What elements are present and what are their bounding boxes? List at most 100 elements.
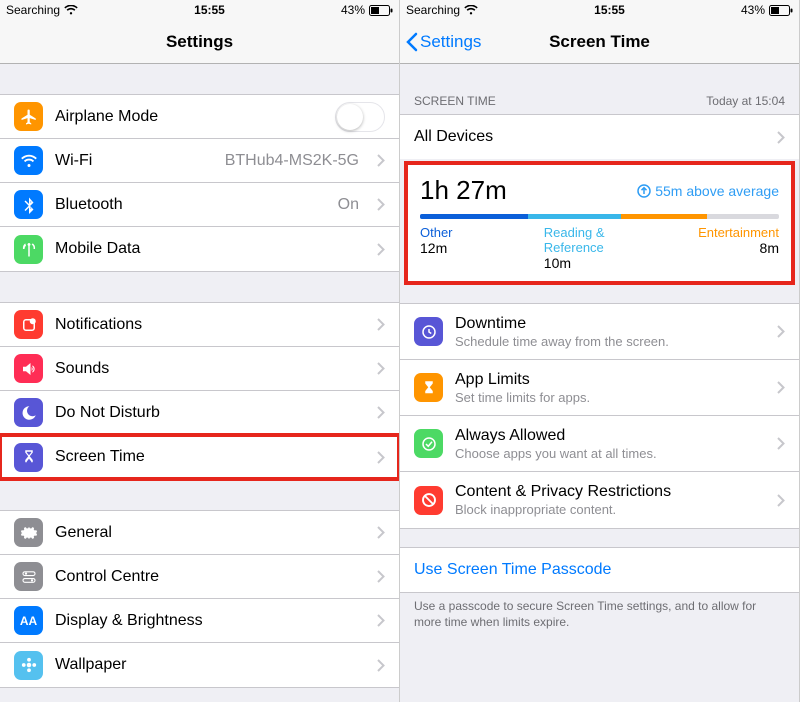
row-detail: On (338, 196, 359, 214)
passcode-group: Use Screen Time Passcode Use a passcode … (400, 547, 799, 630)
switches-icon (14, 562, 43, 591)
chevron-right-icon (777, 494, 785, 507)
option-title: Downtime (455, 315, 765, 333)
chevron-right-icon (377, 570, 385, 583)
screentime-pane: Searching 15:55 43% Settings Screen Time… (400, 0, 800, 702)
row-screen-time[interactable]: Screen Time (0, 435, 399, 479)
row-bluetooth[interactable]: Bluetooth On (0, 183, 399, 227)
group-header-left: SCREEN TIME (414, 94, 496, 108)
row-label: Bluetooth (55, 196, 326, 214)
chevron-right-icon (377, 198, 385, 211)
bluetooth-icon (14, 190, 43, 219)
cat-entertainment: Entertainment 8m (668, 225, 779, 271)
moon-icon (14, 398, 43, 427)
row-sounds[interactable]: Sounds (0, 347, 399, 391)
status-time: 15:55 (194, 3, 225, 17)
wifi-icon (464, 5, 478, 15)
option-sub: Block inappropriate content. (455, 502, 765, 517)
chevron-right-icon (377, 318, 385, 331)
usage-bar (420, 214, 779, 219)
row-display-brightness[interactable]: AA Display & Brightness (0, 599, 399, 643)
row-label: Sounds (55, 360, 365, 378)
screentime-scroll[interactable]: SCREEN TIME Today at 15:04 All Devices 1… (400, 64, 799, 702)
page-title: Settings (166, 32, 233, 52)
chevron-right-icon (377, 362, 385, 375)
chevron-right-icon (777, 381, 785, 394)
row-label: General (55, 524, 365, 542)
bar-seg-entertainment (621, 214, 707, 219)
status-bar: Searching 15:55 43% (0, 0, 399, 20)
cat-reading: Reading & Reference 10m (544, 225, 668, 271)
settings-scroll[interactable]: Airplane Mode Wi-Fi BTHub4-MS2K-5G Bluet… (0, 64, 399, 702)
bar-seg-other (420, 214, 528, 219)
option-sub: Choose apps you want at all times. (455, 446, 765, 461)
back-label: Settings (420, 32, 481, 52)
nav-bar: Settings (0, 20, 399, 64)
row-airplane-mode[interactable]: Airplane Mode (0, 95, 399, 139)
chevron-right-icon (377, 614, 385, 627)
carrier-text: Searching (406, 3, 460, 17)
row-label: Do Not Disturb (55, 404, 365, 422)
aa-icon: AA (14, 606, 43, 635)
chevron-right-icon (377, 243, 385, 256)
row-label: Mobile Data (55, 240, 365, 258)
cat-other: Other 12m (420, 225, 544, 271)
row-label: Display & Brightness (55, 612, 365, 630)
row-control-centre[interactable]: Control Centre (0, 555, 399, 599)
row-use-passcode[interactable]: Use Screen Time Passcode (400, 548, 799, 592)
passcode-footer: Use a passcode to secure Screen Time set… (400, 593, 799, 630)
settings-group-notifications: Notifications Sounds Do Not Disturb (0, 302, 399, 480)
row-downtime[interactable]: Downtime Schedule time away from the scr… (400, 304, 799, 360)
check-icon (414, 429, 443, 458)
chevron-right-icon (377, 451, 385, 464)
total-time: 1h 27m (420, 175, 507, 206)
settings-group-device: General Control Centre AA Display & Brig… (0, 510, 399, 688)
chevron-right-icon (377, 659, 385, 672)
nav-bar: Settings Screen Time (400, 20, 799, 64)
row-label: Airplane Mode (55, 108, 323, 126)
option-sub: Set time limits for apps. (455, 390, 765, 405)
above-average: 55m above average (637, 183, 779, 199)
chevron-right-icon (377, 154, 385, 167)
group-header-right: Today at 15:04 (706, 94, 785, 108)
row-detail: BTHub4-MS2K-5G (225, 152, 359, 170)
chevron-right-icon (777, 325, 785, 338)
row-always-allowed[interactable]: Always Allowed Choose apps you want at a… (400, 416, 799, 472)
settings-group-connectivity: Airplane Mode Wi-Fi BTHub4-MS2K-5G Bluet… (0, 94, 399, 272)
option-title: Content & Privacy Restrictions (455, 483, 765, 501)
passcode-link: Use Screen Time Passcode (414, 561, 785, 579)
row-all-devices[interactable]: All Devices (400, 115, 799, 159)
wifi-icon (14, 146, 43, 175)
chevron-right-icon (777, 131, 785, 144)
bell-icon (14, 310, 43, 339)
row-do-not-disturb[interactable]: Do Not Disturb (0, 391, 399, 435)
row-general[interactable]: General (0, 511, 399, 555)
row-wallpaper[interactable]: Wallpaper (0, 643, 399, 687)
back-button[interactable]: Settings (406, 32, 481, 52)
row-notifications[interactable]: Notifications (0, 303, 399, 347)
hourglass-icon (414, 373, 443, 402)
row-label: Wi-Fi (55, 152, 213, 170)
airplane-switch[interactable] (335, 102, 385, 132)
screentime-summary-group: SCREEN TIME Today at 15:04 All Devices 1… (400, 94, 799, 285)
screentime-options-group: Downtime Schedule time away from the scr… (400, 303, 799, 529)
option-title: Always Allowed (455, 427, 765, 445)
gear-icon (14, 518, 43, 547)
row-mobile-data[interactable]: Mobile Data (0, 227, 399, 271)
battery-icon (769, 5, 793, 16)
row-wifi[interactable]: Wi-Fi BTHub4-MS2K-5G (0, 139, 399, 183)
row-content-privacy[interactable]: Content & Privacy Restrictions Block ina… (400, 472, 799, 528)
page-title: Screen Time (549, 32, 650, 52)
usage-stats-box[interactable]: 1h 27m 55m above average Other (404, 161, 795, 285)
row-label: Notifications (55, 316, 365, 334)
bar-seg-reading (528, 214, 621, 219)
row-label: Control Centre (55, 568, 365, 586)
row-label: Screen Time (55, 448, 365, 466)
row-label: All Devices (414, 128, 765, 146)
downtime-icon (414, 317, 443, 346)
speaker-icon (14, 354, 43, 383)
row-app-limits[interactable]: App Limits Set time limits for apps. (400, 360, 799, 416)
chevron-right-icon (377, 526, 385, 539)
battery-text: 43% (741, 3, 765, 17)
battery-icon (369, 5, 393, 16)
